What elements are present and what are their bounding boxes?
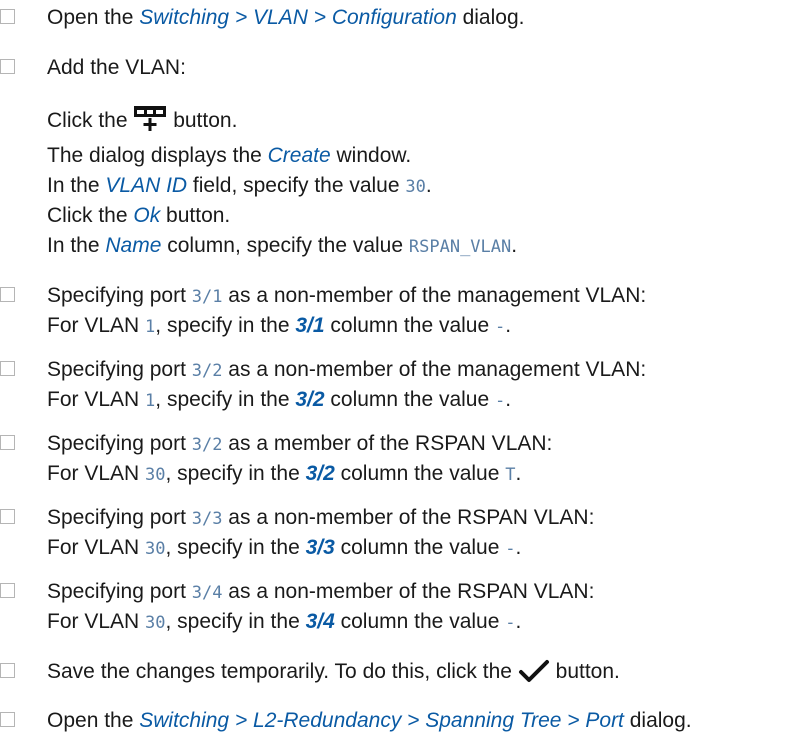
vlan-code: 30 [145, 613, 166, 633]
checkbox[interactable] [0, 59, 15, 74]
menu-path: Switching > VLAN > Configuration [139, 6, 457, 29]
text: Open the [47, 6, 140, 29]
checkbox[interactable] [0, 583, 15, 598]
code-value: 30 [405, 177, 426, 197]
text: column, specify the value [161, 234, 409, 257]
add-table-row-icon [133, 104, 167, 138]
text: In the [47, 174, 106, 197]
checkbox[interactable] [0, 712, 15, 727]
port-code: 3/4 [191, 583, 223, 603]
text: Open the [47, 709, 140, 732]
column-name: 3/4 [305, 610, 335, 633]
step-port-line: For VLAN 30, specify in the 3/3 column t… [47, 536, 522, 559]
step-add-vlan: Add the VLAN: [47, 55, 186, 80]
column-name: 3/3 [305, 536, 335, 559]
text: In the [47, 234, 106, 257]
ui-term: VLAN ID [105, 174, 188, 197]
step-port-line: Specifying port 3/1 as a non-member of t… [47, 284, 647, 307]
port-code: 3/2 [191, 361, 223, 381]
checkbox[interactable] [0, 287, 15, 302]
text: Click the [47, 204, 134, 227]
text: dialog. [456, 6, 525, 29]
column-name: 3/2 [305, 462, 335, 485]
substep-click-add: Click the button. [47, 104, 237, 138]
checkbox[interactable] [0, 361, 15, 376]
step-port-line: Specifying port 3/4 as a non-member of t… [47, 580, 595, 603]
value-code: - [505, 613, 516, 633]
text: . [511, 234, 518, 257]
port-code: 3/2 [191, 435, 223, 455]
text: dialog. [623, 709, 692, 732]
checkbox[interactable] [0, 435, 15, 450]
substep-vlan-id: In the VLAN ID field, specify the value … [47, 173, 432, 200]
port-code: 3/1 [191, 287, 223, 307]
value-code: - [495, 317, 506, 337]
vlan-code: 30 [145, 539, 166, 559]
value-code: T [505, 465, 516, 485]
menu-path: Switching > L2-Redundancy > Spanning Tre… [139, 709, 624, 732]
text: The dialog displays the [47, 144, 268, 167]
substep-name-column: In the Name column, specify the value RS… [47, 233, 517, 260]
text: button. [160, 204, 231, 227]
step-save-changes: Save the changes temporarily. To do this… [47, 659, 620, 689]
code-value: RSPAN_VLAN [408, 237, 512, 257]
ui-term: Create [267, 144, 331, 167]
step-port-line: For VLAN 30, specify in the 3/2 column t… [47, 462, 522, 485]
column-name: 3/2 [295, 388, 325, 411]
vlan-code: 1 [145, 391, 156, 411]
checkbox[interactable] [0, 509, 15, 524]
column-name: 3/1 [295, 314, 325, 337]
step-port-line: For VLAN 1, specify in the 3/1 column th… [47, 314, 512, 337]
text: Add the VLAN: [47, 56, 186, 79]
step-port-line: Specifying port 3/3 as a non-member of t… [47, 506, 595, 529]
checkbox[interactable] [0, 663, 15, 678]
step-open-vlan-config: Open the Switching > VLAN > Configuratio… [47, 5, 524, 30]
step-port-line: For VLAN 1, specify in the 3/2 column th… [47, 388, 512, 411]
text: Click the [47, 109, 134, 132]
text: button. [549, 660, 620, 683]
port-code: 3/3 [191, 509, 223, 529]
ui-term: Name [105, 234, 162, 257]
text: Save the changes temporarily. To do this… [47, 660, 518, 683]
ui-term: Ok [133, 204, 161, 227]
text: . [425, 174, 432, 197]
substep-create-window: The dialog displays the Create window. [47, 143, 411, 168]
step-open-spanning-tree-port: Open the Switching > L2-Redundancy > Spa… [47, 708, 692, 733]
step-port-line: Specifying port 3/2 as a member of the R… [47, 432, 553, 455]
vlan-code: 1 [145, 317, 156, 337]
text: field, specify the value [187, 174, 406, 197]
checkmark-icon [518, 659, 550, 689]
checkbox[interactable] [0, 9, 15, 24]
value-code: - [495, 391, 506, 411]
value-code: - [505, 539, 516, 559]
step-port-line: For VLAN 30, specify in the 3/4 column t… [47, 610, 522, 633]
text: window. [330, 144, 412, 167]
step-port-line: Specifying port 3/2 as a non-member of t… [47, 358, 647, 381]
text: button. [167, 109, 238, 132]
substep-click-ok: Click the Ok button. [47, 203, 230, 228]
vlan-code: 30 [145, 465, 166, 485]
